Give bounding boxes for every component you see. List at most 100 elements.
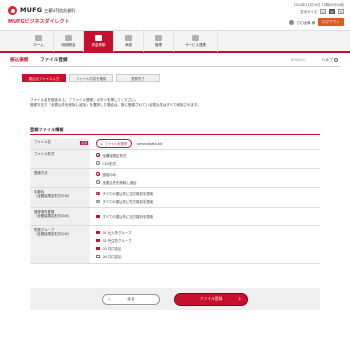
font-size-large-button[interactable]: 大 — [338, 9, 344, 14]
gear-icon — [155, 35, 162, 41]
user-icon — [289, 19, 294, 25]
group-option-4[interactable]: 04 口口支払 — [96, 254, 314, 259]
global-nav: ホーム 明細照会 資金移動 承認 管理 サービス連携 — [0, 30, 350, 53]
value-filename: ▸ ファイルを選択 servicedata.txt — [90, 138, 320, 149]
zengin-option[interactable]: すべての振込先に当方負担を適用 — [96, 214, 314, 219]
help-link[interactable]: ヘルプ — [322, 57, 338, 63]
option-label: 全振込先を削除し追加 — [102, 180, 137, 185]
method-option-replace[interactable]: 全振込先を削除し追加 — [96, 180, 314, 185]
nav-item-label: 明細照会 — [61, 43, 76, 47]
header: MUFG 三菱UFJ信託銀行 MUFGビジネスダイレクト 2014年11月19日… — [0, 0, 350, 30]
step-1: 振込元ファイル入力 — [22, 74, 66, 82]
nav-item-admin[interactable]: 管理 — [144, 31, 174, 52]
nav-item-label: ホーム — [33, 43, 44, 47]
checkbox[interactable] — [96, 214, 100, 219]
page-category: 振込振替 — [10, 58, 29, 63]
group-option-1[interactable]: 01 仕入先グループ — [96, 230, 314, 235]
section-title: 登録ファイル情報 — [30, 127, 320, 135]
nav-item-service[interactable]: サービス連携 — [174, 31, 218, 52]
label-group: 所属グループ （全銀協規定形式のみ） — [30, 226, 90, 263]
option-label: CSV形式 — [102, 161, 117, 166]
value-format: 全銀協規定形式 CSV形式 — [90, 150, 320, 168]
group-option-2[interactable]: 02 外注先グループ — [96, 238, 314, 243]
checkbox[interactable] — [96, 246, 100, 251]
option-label: 04 口口支払 — [102, 255, 122, 259]
link-icon — [192, 35, 199, 41]
font-size-small-button[interactable]: 小 — [320, 9, 326, 14]
font-size-switcher: 文字サイズ 小 中 大 — [300, 9, 344, 14]
page-title: ファイル登録 — [40, 58, 68, 63]
label-method: 登録方法 — [30, 169, 90, 187]
label-zengin: 登録済先登録 （全銀協規定形式のみ） — [30, 208, 90, 225]
radio-button[interactable] — [96, 180, 100, 184]
back-button[interactable]: 戻る — [102, 293, 160, 305]
row-zengin: 登録済先登録 （全銀協規定形式のみ） すべての振込先に当方負担を適用 — [30, 208, 320, 226]
nav-item-approval[interactable]: 承認 — [114, 31, 144, 52]
checkbox[interactable] — [96, 238, 100, 243]
option-label: 全銀協規定形式 — [102, 153, 127, 158]
method-option-add[interactable]: 追加のみ — [96, 172, 314, 177]
nav-item-statement[interactable]: 明細照会 — [54, 31, 84, 52]
font-size-label: 文字サイズ — [300, 10, 317, 14]
folder-icon: ▸ — [101, 141, 103, 146]
option-label: 03 口口支払 — [102, 247, 122, 251]
instruction-line-2: 登録方法で「全振込先を削除し追加」を選択した場合は、既に登録されている振込先はす… — [30, 103, 201, 108]
radio-button[interactable] — [96, 199, 100, 204]
value-group: 01 仕入先グループ 02 外注先グループ 03 口口支払 04 口口支払 — [90, 226, 320, 263]
nav-item-label: 資金移動 — [91, 43, 106, 47]
screen-id: BFKB001 — [290, 58, 306, 62]
user-name: 〇〇太郎 様 — [297, 20, 316, 25]
register-file-button[interactable]: ファイル登録 — [174, 292, 248, 306]
page-title-bar: 振込振替 ファイル登録 BFKB001 ヘルプ — [10, 57, 340, 67]
nav-item-home[interactable]: ホーム — [24, 31, 54, 52]
option-label: 追加のみ — [102, 172, 117, 177]
logout-button[interactable]: ログアウト — [318, 18, 344, 26]
option-label: 01 仕入先グループ — [102, 231, 132, 235]
choose-file-label: ファイルを選択 — [104, 142, 127, 146]
login-datetime: 2014年11月19日 13時00分00秒 — [293, 3, 344, 7]
radio-button[interactable] — [96, 153, 100, 157]
user-area: 〇〇太郎 様 ログアウト — [289, 18, 344, 26]
nav-item-label: 管理 — [155, 43, 162, 47]
checkbox[interactable] — [96, 230, 100, 235]
radio-button[interactable] — [96, 191, 100, 196]
nav-item-label: 承認 — [125, 43, 132, 47]
document-icon — [65, 35, 72, 41]
row-fee: 手数料 （全銀協規定形式のみ） すべての振込先に当方負担を適用 すべての振込先に… — [30, 188, 320, 208]
option-label: すべての振込先に当方負担を適用 — [102, 215, 153, 219]
radio-button[interactable] — [96, 161, 100, 165]
label-format: ファイル形式 — [30, 150, 90, 168]
format-option-zengin[interactable]: 全銀協規定形式 — [96, 153, 314, 158]
mufg-logo-icon — [8, 6, 17, 15]
option-label: 02 外注先グループ — [102, 239, 132, 243]
checkbox[interactable] — [96, 254, 100, 259]
row-method: 登録方法 追加のみ 全振込先を削除し追加 — [30, 169, 320, 188]
bank-name: 三菱UFJ信託銀行 — [44, 7, 76, 13]
value-fee: すべての振込先に当方負担を適用 すべての振込先に先方負担を適用 — [90, 188, 320, 207]
service-name: MUFGビジネスダイレクト — [8, 19, 70, 25]
choose-file-button[interactable]: ▸ ファイルを選択 — [96, 139, 132, 148]
row-filename: ファイル名 必須 ▸ ファイルを選択 servicedata.txt — [30, 138, 320, 150]
row-group: 所属グループ （全銀協規定形式のみ） 01 仕入先グループ 02 外注先グループ… — [30, 226, 320, 264]
font-size-medium-button[interactable]: 中 — [329, 9, 335, 14]
fee-option-self[interactable]: すべての振込先に当方負担を適用 — [96, 191, 314, 196]
step-indicator: 振込元ファイル入力 ファイル内容を確認 登録完了 — [22, 74, 163, 82]
value-zengin: すべての振込先に当方負担を適用 — [90, 208, 320, 225]
required-badge: 必須 — [80, 141, 88, 146]
step-2: ファイル内容を確認 — [69, 74, 113, 82]
row-format: ファイル形式 全銀協規定形式 CSV形式 — [30, 150, 320, 169]
format-option-csv[interactable]: CSV形式 — [96, 161, 314, 166]
label-text: ファイル名 — [34, 140, 51, 144]
label-fee: 手数料 （全銀協規定形式のみ） — [30, 188, 90, 207]
option-label: すべての振込先に先方負担を適用 — [102, 200, 153, 204]
nav-item-transfer[interactable]: 資金移動 — [84, 31, 114, 52]
help-label: ヘルプ — [321, 57, 333, 62]
group-option-3[interactable]: 03 口口支払 — [96, 246, 314, 251]
option-label: すべての振込先に当方負担を適用 — [102, 192, 153, 196]
brand-name: MUFG — [20, 6, 43, 14]
selected-filename: servicedata.txt — [136, 141, 163, 146]
fee-option-other[interactable]: すべての振込先に先方負担を適用 — [96, 199, 314, 204]
radio-button[interactable] — [96, 172, 100, 176]
instructions: ファイル名を指定の上、「ファイル登録」ボタンを押してください。 登録方法で「全振… — [30, 98, 330, 109]
nav-item-label: サービス連携 — [185, 43, 206, 47]
